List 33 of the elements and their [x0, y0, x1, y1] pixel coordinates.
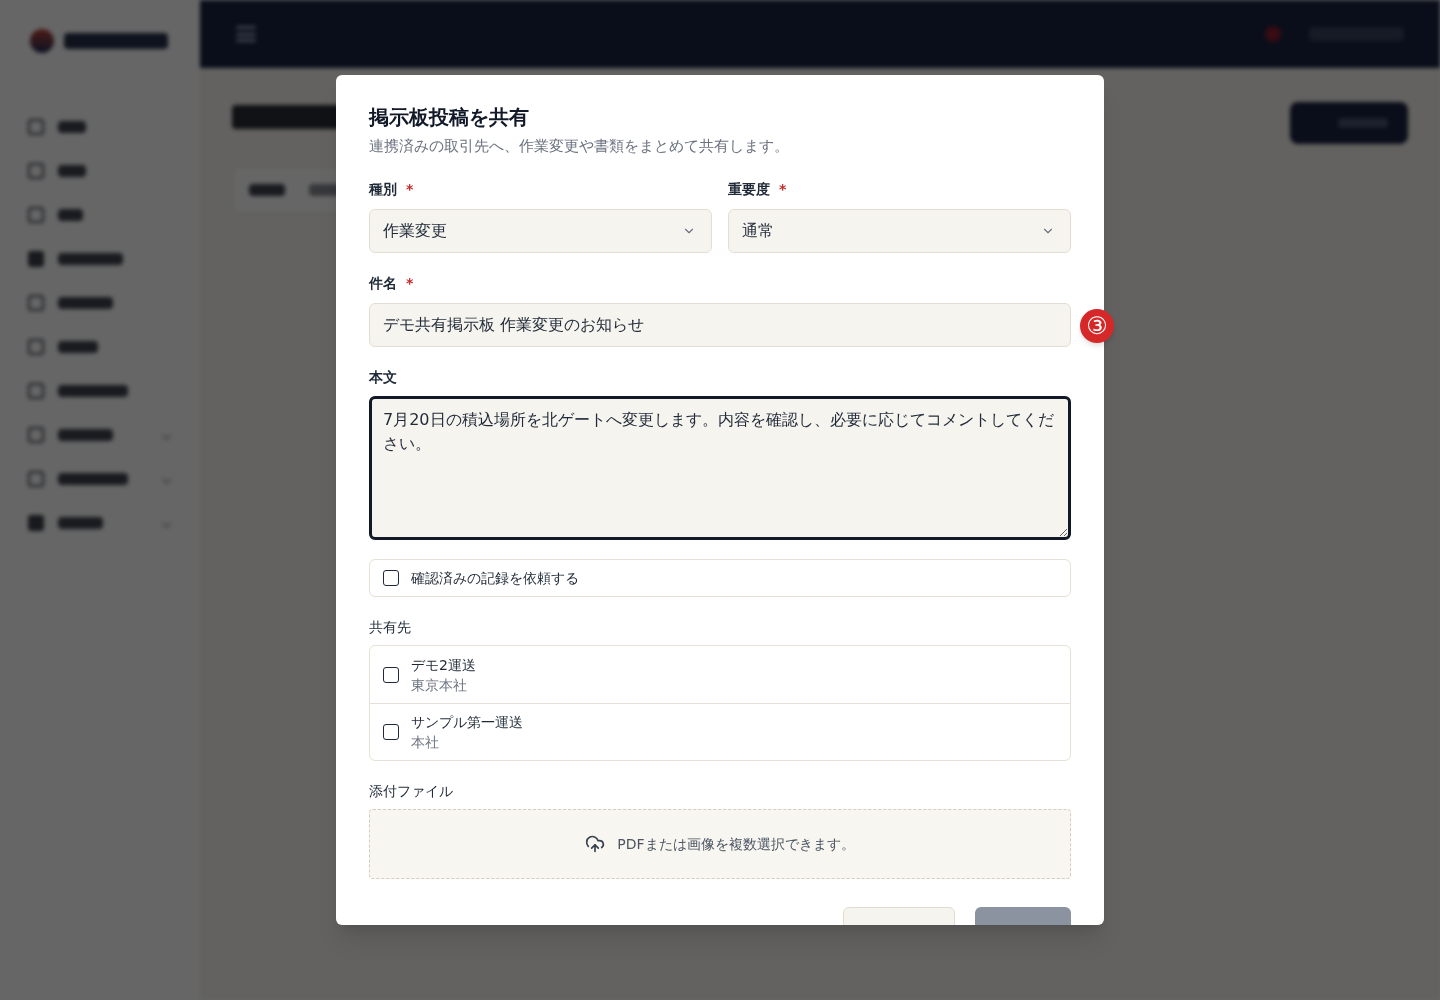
dialog-title: 掲示板投稿を共有: [369, 104, 530, 131]
blurred-notification-drawing: [1265, 26, 1281, 42]
required-mark: *: [406, 274, 414, 293]
field-label: 種別: [369, 180, 397, 199]
field-label: 添付ファイル: [369, 782, 453, 801]
upload-icon: [585, 834, 606, 854]
blurred-nav-item-drawing: [28, 163, 86, 179]
option-label: 確認済みの記録を依頼する: [411, 568, 579, 588]
subject-input[interactable]: デモ共有掲示板 作業変更のお知らせ: [369, 303, 1071, 347]
recipient-branch: 本社: [411, 733, 440, 752]
checkbox[interactable]: [383, 570, 399, 586]
recipient-branch: 東京本社: [411, 675, 468, 695]
blurred-nav-item-drawing: [28, 207, 83, 223]
field-label: 本文: [369, 368, 397, 387]
dialog-description: 連携済みの取引先へ、作業変更や書類をまとめて共有します。: [369, 136, 790, 157]
blurred-nav-item-drawing: [28, 119, 86, 135]
body-textarea[interactable]: 7月20日の積込場所を北ゲートへ変更します。内容を確認し、必要に応じてコメントしてください。: [369, 396, 1071, 540]
field-label: 共有先: [369, 618, 411, 637]
dropzone-hint: PDFまたは画像を複数選択できます。: [617, 834, 855, 854]
field-label: 重要度: [728, 180, 770, 199]
select-field[interactable]: 通常: [728, 209, 1071, 253]
confirm-request-option[interactable]: 確認済みの記録を依頼する: [369, 559, 1071, 597]
blurred-menu-drawing: [236, 26, 256, 42]
recipient-name: サンプル第一運送: [411, 713, 523, 732]
required-mark: *: [779, 180, 787, 199]
checkbox[interactable]: [383, 666, 399, 683]
file-dropzone[interactable]: PDFまたは画像を複数選択できます。: [369, 809, 1071, 879]
checkbox[interactable]: [383, 724, 399, 740]
field-label: 件名: [369, 274, 397, 293]
select-field[interactable]: 作業変更: [369, 209, 712, 253]
recipient-name: デモ2運送: [411, 655, 476, 675]
required-mark: *: [406, 180, 414, 199]
blurred-nav-item-drawing: [28, 339, 98, 355]
